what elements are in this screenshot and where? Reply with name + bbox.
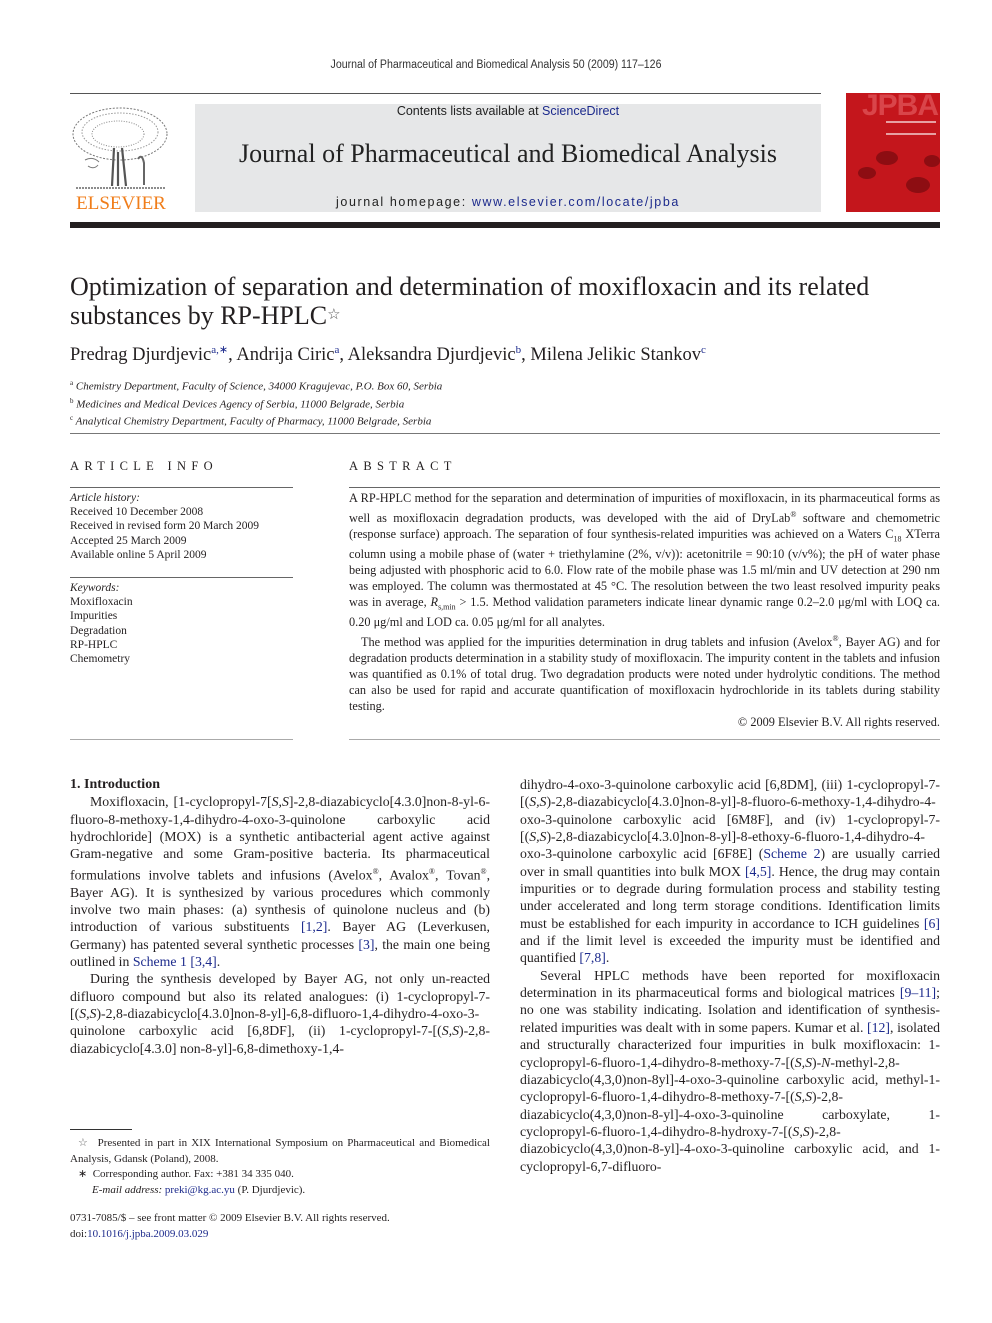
- article-history: Article history: Received 10 December 20…: [70, 491, 293, 562]
- keyword: Chemometry: [70, 653, 131, 666]
- affiliation: b Medicines and Medical Devices Agency o…: [70, 396, 405, 411]
- author-affiliation-mark[interactable]: c: [701, 344, 706, 356]
- footnote-star: ☆ Presented in part in XIX International…: [70, 1137, 490, 1165]
- keyword: Degradation: [70, 624, 127, 637]
- publisher-name: ELSEVIER: [76, 193, 166, 214]
- sciencedirect-link[interactable]: ScienceDirect: [542, 104, 619, 118]
- divider: [70, 577, 293, 578]
- scheme-link[interactable]: Scheme 1: [133, 954, 187, 969]
- article-title: Optimization of separation and determina…: [70, 272, 930, 330]
- affiliation: a Chemistry Department, Faculty of Scien…: [70, 379, 443, 393]
- doi-line: doi:10.1016/j.jpba.2009.03.029: [70, 1227, 209, 1240]
- title-footnote-star-icon[interactable]: ☆: [327, 307, 340, 323]
- affiliation: c Analytical Chemistry Department, Facul…: [70, 414, 432, 428]
- journal-cover-thumbnail: JPBA: [846, 93, 940, 212]
- cover-graphic: [906, 177, 930, 193]
- citation-link[interactable]: [7,8]: [579, 950, 605, 965]
- contents-available-line: Contents lists available at ScienceDirec…: [195, 104, 821, 118]
- abstract-heading: ABSTRACT: [349, 459, 457, 473]
- tree-icon: [72, 107, 168, 189]
- section-divider: [70, 433, 940, 434]
- history-item: Received in revised form 20 March 2009: [70, 520, 260, 533]
- body-right-column: dihydro-4-oxo-3-quinolone carboxylic aci…: [520, 776, 940, 1175]
- cover-subtitle-bar: [886, 121, 936, 135]
- running-head: Journal of Pharmaceutical and Biomedical…: [330, 59, 662, 71]
- body-paragraph: dihydro-4-oxo-3-quinolone carboxylic aci…: [520, 777, 940, 966]
- divider: [70, 487, 293, 488]
- section-heading: 1. Introduction: [70, 777, 160, 792]
- homepage-prefix: journal homepage:: [336, 195, 472, 209]
- divider: [70, 739, 293, 740]
- front-matter: 0731-7085/$ – see front matter © 2009 El…: [70, 1211, 490, 1242]
- footnote-email: E-mail address: preki@kg.ac.yu (P. Djurd…: [92, 1183, 306, 1196]
- journal-title: Journal of Pharmaceutical and Biomedical…: [239, 139, 777, 168]
- abstract-paragraph: A RP-HPLC method for the separation and …: [349, 491, 940, 630]
- footnote-corresponding: ∗ Corresponding author. Fax: +381 34 335…: [70, 1167, 490, 1183]
- doi-link[interactable]: 10.1016/j.jpba.2009.03.029: [87, 1228, 208, 1240]
- scheme-link[interactable]: Scheme 2: [763, 846, 820, 861]
- asterisk-icon: ∗: [78, 1168, 88, 1180]
- title-line-1: Optimization of separation and determina…: [70, 272, 870, 301]
- history-item: Received 10 December 2008: [70, 506, 204, 519]
- citation-link[interactable]: [6]: [924, 916, 940, 931]
- journal-homepage-line: journal homepage: www.elsevier.com/locat…: [195, 195, 821, 209]
- citation-link[interactable]: [3,4]: [190, 954, 216, 969]
- abstract-copyright: © 2009 Elsevier B.V. All rights reserved…: [737, 714, 940, 729]
- keyword: Moxifloxacin: [70, 596, 133, 609]
- homepage-link[interactable]: www.elsevier.com/locate/jpba: [472, 195, 680, 209]
- citation-link[interactable]: [1,2]: [301, 919, 327, 934]
- citation-link[interactable]: [3]: [358, 937, 374, 952]
- footnotes: ☆ Presented in part in XIX International…: [70, 1136, 490, 1198]
- divider: [349, 739, 940, 740]
- author[interactable]: Predrag Djurdjevica,∗: [70, 344, 228, 365]
- citation-link[interactable]: [12]: [867, 1020, 890, 1035]
- article-info-heading: ARTICLE INFO: [70, 459, 218, 473]
- cover-graphic: [858, 167, 876, 179]
- author-list: Predrag Djurdjevica,∗, Andrija Cirica, A…: [70, 344, 706, 366]
- keyword: RP-HPLC: [70, 638, 118, 651]
- header-top-rule: [70, 93, 821, 94]
- header-bottom-rule: [70, 222, 940, 228]
- body-left-column: 1. Introduction Moxifloxacin, [1-cyclopr…: [70, 776, 490, 1057]
- author[interactable]: Andrija Cirica: [236, 344, 339, 365]
- author[interactable]: Aleksandra Djurdjevicb: [348, 344, 521, 365]
- history-item: Available online 5 April 2009: [70, 548, 207, 561]
- title-line-2: substances by RP-HPLC: [70, 301, 328, 330]
- abstract-body: A RP-HPLC method for the separation and …: [349, 491, 940, 731]
- history-label: Article history:: [70, 492, 140, 504]
- affiliation-list: a Chemistry Department, Faculty of Scien…: [70, 376, 442, 429]
- keywords: Keywords: Moxifloxacin Impurities Degrad…: [70, 581, 293, 666]
- keywords-label: Keywords:: [70, 582, 120, 594]
- body-paragraph: Moxifloxacin, [1-cyclopropyl-7[S,S]-2,8-…: [70, 794, 491, 970]
- author-affiliation-mark[interactable]: a,∗: [211, 344, 228, 356]
- issn-line: 0731-7085/$ – see front matter © 2009 El…: [70, 1212, 390, 1224]
- cover-graphic: [924, 155, 940, 167]
- keyword: Impurities: [70, 610, 118, 623]
- abstract-paragraph: The method was applied for the impuritie…: [349, 634, 940, 713]
- history-item: Accepted 25 March 2009: [70, 534, 187, 547]
- email-link[interactable]: preki@kg.ac.yu: [165, 1184, 235, 1196]
- footnote-rule: [70, 1129, 132, 1130]
- author[interactable]: Milena Jelikic Stankovc: [530, 344, 706, 365]
- contents-prefix: Contents lists available at: [396, 104, 543, 118]
- divider: [349, 487, 940, 488]
- citation-link[interactable]: [9–11]: [900, 985, 936, 1000]
- cover-title: JPBA: [861, 93, 939, 122]
- body-paragraph: Several HPLC methods have been reported …: [520, 967, 940, 1174]
- body-paragraph: During the synthesis developed by Bayer …: [70, 971, 490, 1056]
- cover-graphic: [876, 151, 898, 165]
- citation-link[interactable]: [4,5]: [745, 864, 771, 879]
- star-footnote-icon: ☆: [78, 1137, 90, 1149]
